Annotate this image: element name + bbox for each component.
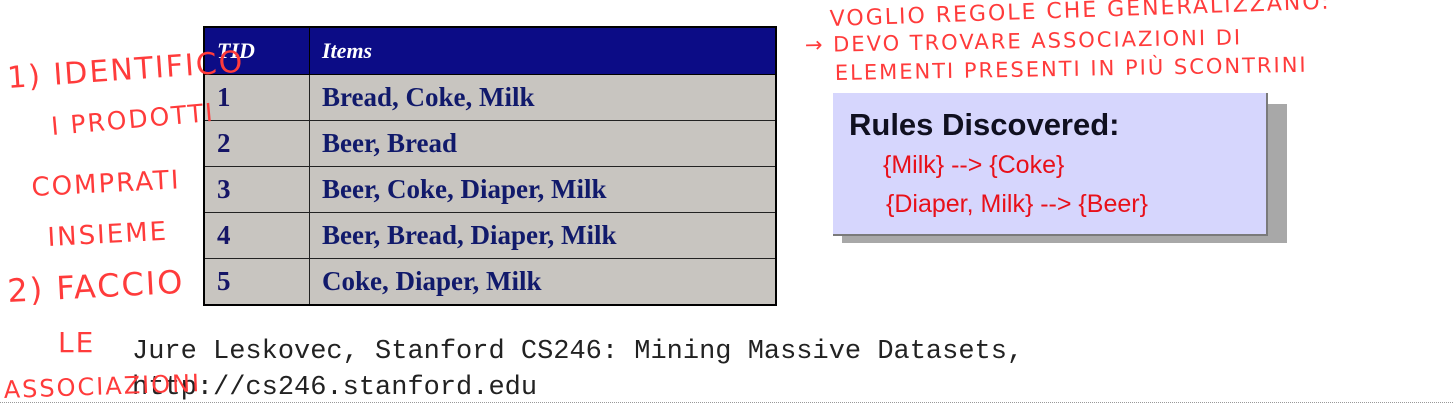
table-row: 5 Coke, Diaper, Milk: [203, 258, 777, 306]
citation-line-2: http://cs246.stanford.edu: [132, 373, 538, 403]
note-voglio-regole: VOGLIO REGOLE CHE GENERALIZZANO:: [829, 0, 1331, 32]
note-faccio: 2) FACCIO: [6, 263, 185, 310]
table-row: 1 Bread, Coke, Milk: [203, 74, 777, 121]
note-comprati: COMPRATI: [31, 165, 181, 203]
footer-divider: [0, 402, 1453, 403]
cell-tid: 4: [203, 212, 310, 259]
note-i-prodotti: I PRODOTTI: [50, 98, 216, 141]
rule-item: {Milk} --> {Coke}: [883, 151, 1065, 179]
table-row: 3 Beer, Coke, Diaper, Milk: [203, 166, 777, 213]
cell-items: Bread, Coke, Milk: [309, 74, 777, 121]
rules-box: Rules Discovered: {Milk} --> {Coke} {Dia…: [833, 93, 1268, 236]
note-devo-trovare: → DEVO TROVARE ASSOCIAZIONI DI: [805, 25, 1243, 57]
citation-line-1: Jure Leskovec, Stanford CS246: Mining Ma…: [132, 337, 1024, 367]
note-insieme: INSIEME: [47, 217, 169, 253]
cell-tid: 1: [203, 74, 310, 121]
citation: Jure Leskovec, Stanford CS246: Mining Ma…: [132, 334, 1023, 406]
note-elementi-presenti: ELEMENTI PRESENTI IN PIÙ SCONTRINI: [835, 52, 1308, 85]
cell-items: Coke, Diaper, Milk: [309, 258, 777, 306]
table-row: 4 Beer, Bread, Diaper, Milk: [203, 212, 777, 259]
cell-items: Beer, Bread: [309, 120, 777, 167]
note-le: LE: [58, 326, 95, 359]
column-header-items: Items: [309, 26, 777, 75]
transactions-table: TID Items 1 Bread, Coke, Milk 2 Beer, Br…: [203, 26, 777, 306]
table-row: 2 Beer, Bread: [203, 120, 777, 167]
column-header-tid: TID: [203, 26, 310, 75]
cell-items: Beer, Bread, Diaper, Milk: [309, 212, 777, 259]
cell-tid: 5: [203, 258, 310, 306]
cell-items: Beer, Coke, Diaper, Milk: [309, 166, 777, 213]
rule-item: {Diaper, Milk} --> {Beer}: [886, 190, 1148, 218]
cell-tid: 2: [203, 120, 310, 167]
table-header-row: TID Items: [203, 26, 777, 75]
rules-title: Rules Discovered:: [849, 107, 1120, 142]
cell-tid: 3: [203, 166, 310, 213]
